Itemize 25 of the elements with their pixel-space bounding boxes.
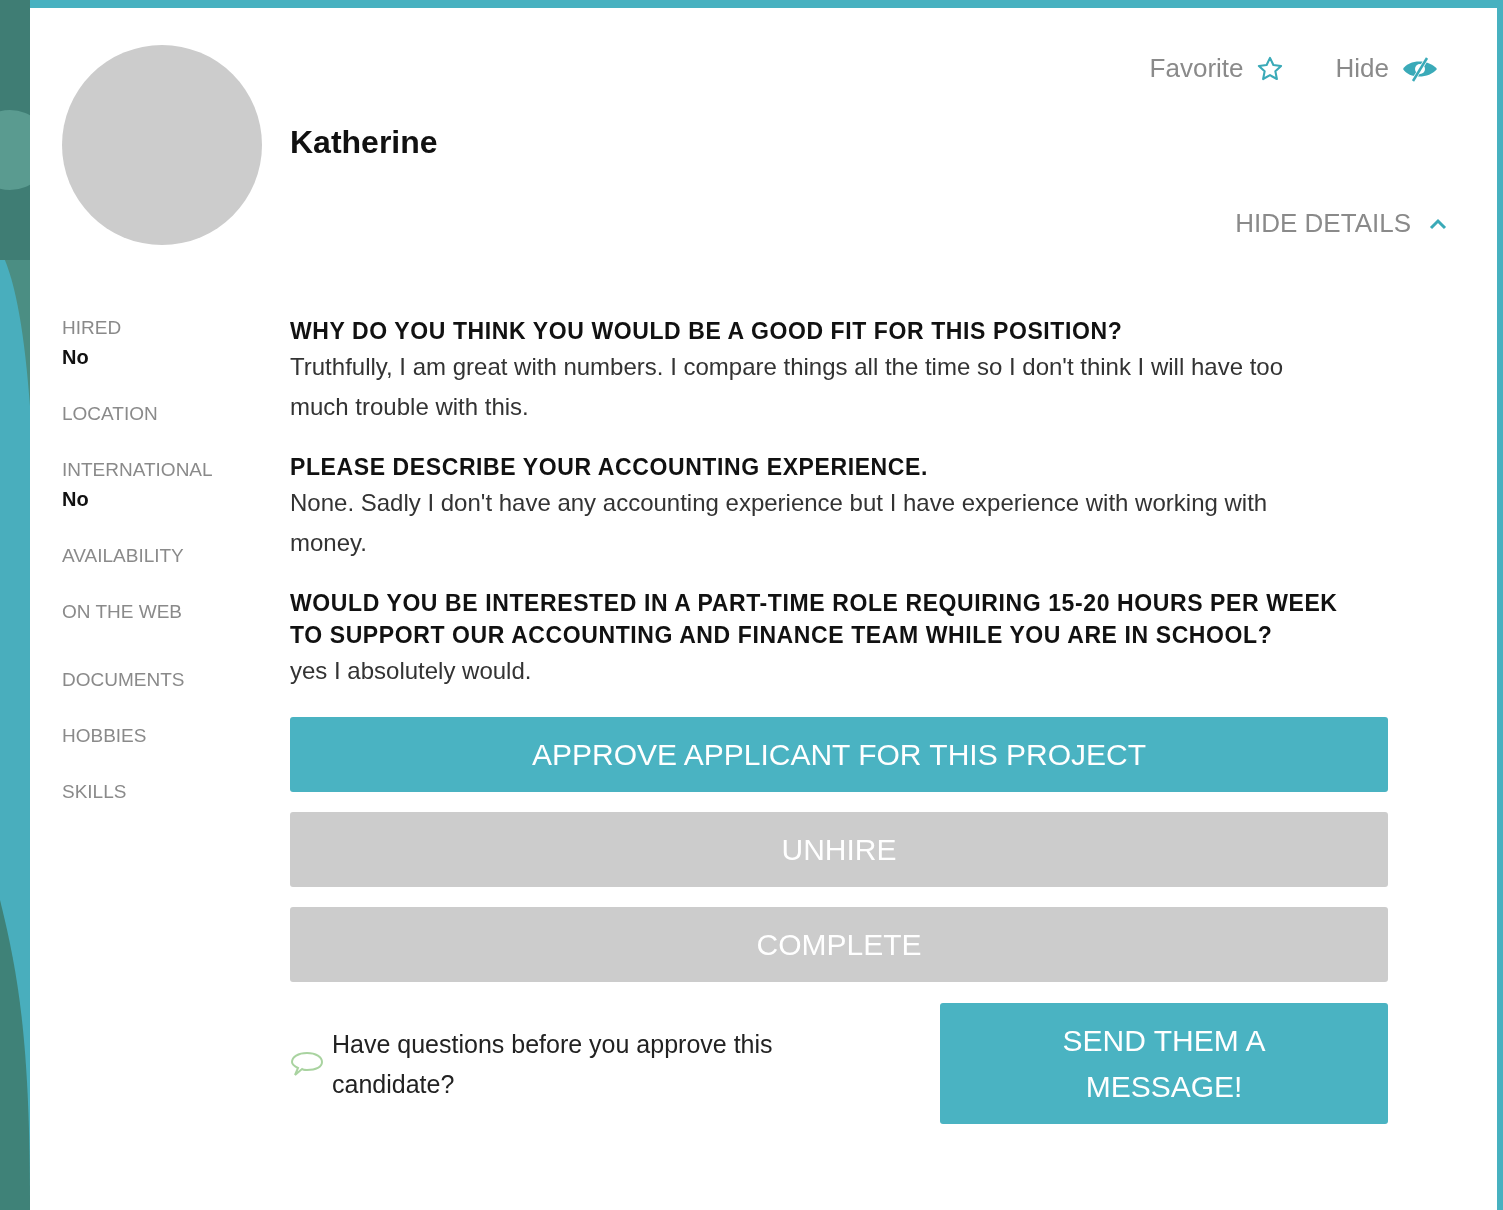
send-message-button[interactable]: SEND THEM A MESSAGE!: [940, 1003, 1388, 1124]
field-label: ON THE WEB: [62, 600, 183, 624]
field-label: SKILLS: [62, 780, 128, 804]
field-value: No: [62, 487, 90, 512]
field-value: No: [62, 345, 90, 370]
field-label: DOCUMENTS: [62, 668, 186, 692]
message-prompt: Have questions before you approve this candidate?: [332, 1028, 774, 1100]
question-text: WHY DO YOU THINK YOU WOULD BE A GOOD FIT FOR THIS POSITION?: [290, 317, 1124, 346]
question-text: PLEASE DESCRIBE YOUR ACCOUNTING EXPERIENCE.: [290, 453, 929, 482]
approve-button[interactable]: APPROVE APPLICANT FOR THIS PROJECT: [290, 717, 1388, 792]
field-label: INTERNATIONAL: [62, 458, 214, 482]
answer-text: yes I absolutely would.: [290, 656, 533, 686]
star-icon: [1255, 54, 1284, 83]
eye-slash-icon: [1401, 54, 1439, 83]
question-text: WOULD YOU BE INTERESTED IN A PART-TIME ROLE REQUIRING 15-20 HOURS PER WEEK TO SUPPORT OUR ACCOUNTING AND FINANCE TEAM WHILE YOU ARE IN SCHOOL?: [290, 589, 1339, 650]
field-label: LOCATION: [62, 402, 159, 426]
favorite-button[interactable]: Favorite: [1149, 49, 1284, 88]
hide-details-toggle[interactable]: HIDE DETAILS: [1235, 204, 1447, 243]
field-label: AVAILABILITY: [62, 544, 185, 568]
field-label: HIRED: [62, 316, 123, 340]
applicant-name: Katherine: [290, 123, 438, 162]
hide-button[interactable]: Hide: [1335, 49, 1439, 88]
field-label: HOBBIES: [62, 724, 148, 748]
answer-text: Truthfully, I am great with numbers. I compare things all the time so I don't think I will have too much trouble with this.: [290, 352, 1285, 422]
answer-text: None. Sadly I don't have any accounting experience but I have experience with working with money.: [290, 488, 1269, 558]
